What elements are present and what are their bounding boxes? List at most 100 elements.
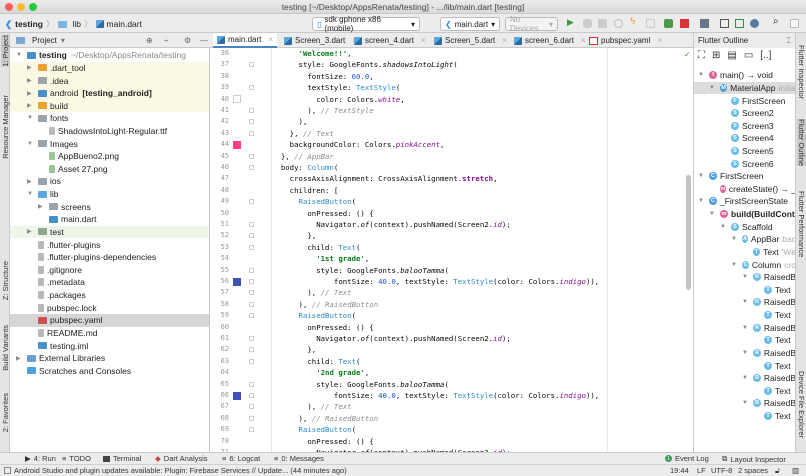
outline-item[interactable]: T Text (694, 284, 795, 297)
tool-tab-favorites[interactable]: 2: Favorites (1, 393, 10, 432)
tree-item[interactable]: testing.iml (10, 339, 209, 352)
fold-marker-icon[interactable] (249, 393, 254, 398)
expanded-arrow-icon[interactable]: ▼ (709, 211, 715, 217)
breadcrumb-project[interactable]: testing (15, 19, 43, 29)
fold-marker-icon[interactable] (249, 62, 254, 68)
tree-item[interactable]: README.md (10, 327, 209, 340)
expanded-arrow-icon[interactable]: ▼ (731, 262, 737, 268)
editor-scrollbar[interactable] (686, 175, 691, 290)
tool-tab-project[interactable]: 1: Project (1, 35, 10, 67)
fold-marker-icon[interactable] (249, 313, 254, 319)
outline-item[interactable]: S Screen2 (694, 107, 795, 120)
sync-icon[interactable] (735, 19, 744, 28)
fold-marker-icon[interactable] (249, 415, 254, 421)
expanded-arrow-icon[interactable]: ▼ (742, 400, 748, 406)
tree-item[interactable]: .gitignore (10, 264, 209, 277)
tree-item[interactable]: .flutter-plugins (10, 238, 209, 251)
expanded-arrow-icon[interactable]: ▼ (27, 115, 33, 121)
tree-item[interactable]: ▶ build (10, 99, 209, 113)
fold-marker-icon[interactable] (249, 119, 254, 125)
collapsed-arrow-icon[interactable]: ▶ (16, 355, 21, 362)
layout-inspector-button[interactable]: ⧉ Layout Inspector (722, 454, 786, 464)
apply-changes-icon[interactable] (646, 19, 655, 28)
run-config-selector[interactable]: ❮ main.dart ▾ (440, 17, 500, 31)
tree-item[interactable]: .flutter-plugins-dependencies (10, 251, 209, 264)
device-selector[interactable]: ▯ sdk gphone x86 (mobile) ▾ (312, 15, 420, 33)
tree-item[interactable]: ▶ .dart_tool (10, 61, 209, 75)
collapse-all-icon[interactable]: ÷ (164, 36, 168, 45)
center-widget-icon[interactable]: ⊞ (712, 50, 720, 61)
tool-tab-flutter-outline[interactable]: Flutter Outline (797, 119, 806, 167)
outline-item[interactable]: T Text (694, 334, 795, 347)
editor-tab[interactable]: pubspec.yaml × (585, 33, 666, 48)
cursor-position[interactable]: 19:44 (670, 466, 689, 475)
tree-item[interactable]: .metadata (10, 276, 209, 289)
debug-icon[interactable] (583, 19, 592, 28)
collapsed-arrow-icon[interactable]: ▶ (38, 203, 43, 210)
color-swatch[interactable] (233, 391, 241, 400)
tool-tab-flutter-inspector[interactable]: Flutter Inspector (797, 45, 806, 99)
messages-tool-button[interactable]: ≡ 0: Messages (274, 454, 324, 463)
fold-marker-icon[interactable] (249, 290, 254, 296)
outline-item[interactable]: T Text (694, 385, 795, 398)
outline-item[interactable]: ▼ R RaisedB (694, 397, 795, 410)
outline-item[interactable]: S Screen3 (694, 119, 795, 132)
color-swatch[interactable] (233, 277, 241, 286)
expanded-arrow-icon[interactable]: ▼ (27, 141, 33, 147)
fold-marker-icon[interactable] (249, 233, 254, 239)
run-tool-button[interactable]: ▶ 4: Run (25, 454, 56, 463)
expanded-arrow-icon[interactable]: ▼ (742, 350, 748, 356)
expanded-arrow-icon[interactable]: ▼ (731, 236, 737, 242)
tree-item[interactable]: pubspec.yaml (10, 314, 209, 327)
outline-item[interactable]: ▼ R RaisedB (694, 296, 795, 309)
tree-item[interactable]: ▼ fonts (10, 112, 209, 125)
account-icon[interactable] (790, 19, 799, 28)
dart-analysis-tool-button[interactable]: ◆ Dart Analysis (155, 454, 208, 463)
color-swatch[interactable] (233, 95, 241, 104)
tool-tab-build-variants[interactable]: Build Variants (1, 325, 10, 371)
tree-item[interactable]: AppBueno2.png (10, 150, 209, 163)
expanded-arrow-icon[interactable]: ▼ (698, 198, 704, 204)
tree-item[interactable]: ▼ lib (10, 188, 209, 201)
editor-tab[interactable]: Screen_5.dart × (430, 33, 511, 48)
run-icon[interactable]: ▶ (567, 17, 576, 27)
file-encoding[interactable]: UTF-8 (711, 466, 732, 475)
outline-item[interactable]: ▼ m build(BuildCont (694, 208, 795, 221)
editor-tab[interactable]: Screen_3.dart× (280, 33, 361, 48)
collapsed-arrow-icon[interactable]: ▶ (27, 90, 32, 97)
memory-icon[interactable]: ▥ (792, 466, 799, 475)
column-icon[interactable]: ▤ (727, 50, 736, 61)
outline-item[interactable]: ▼ C FirstScreen (694, 170, 795, 183)
close-tab-icon[interactable]: × (657, 36, 662, 45)
expand-icon[interactable]: ⌶ (786, 36, 791, 46)
editor-tab[interactable]: screen_4.dart × (350, 33, 430, 48)
fold-marker-icon[interactable] (249, 199, 254, 205)
tree-item[interactable]: ▼ Images (10, 137, 209, 150)
devices-selector[interactable]: No Devices ▾ (505, 15, 558, 33)
collapsed-arrow-icon[interactable]: ▶ (27, 102, 32, 109)
outline-item[interactable]: ▼ R RaisedB (694, 321, 795, 334)
tree-item[interactable]: ▶ test (10, 225, 209, 239)
locate-icon[interactable]: ⊕ (146, 36, 153, 45)
status-message[interactable]: Android Studio and plugin updates availa… (4, 466, 347, 475)
tree-item[interactable]: .packages (10, 289, 209, 302)
code-editor[interactable]: 36 37 38 39 40 41 42 43 44 45 46 47 48 49 50 51 52 53 54 55… (210, 48, 693, 452)
fold-marker-icon[interactable] (249, 244, 254, 250)
row-icon[interactable]: ▭ (744, 50, 753, 61)
todo-tool-button[interactable]: ≡ TODO (62, 454, 91, 463)
expanded-arrow-icon[interactable]: ▼ (16, 52, 22, 58)
fold-marker-icon[interactable] (249, 267, 254, 273)
fold-marker-icon[interactable] (249, 130, 254, 136)
select-widget-icon[interactable]: ⛶ (698, 50, 705, 61)
tool-tab-device-file-explorer[interactable]: Device File Explorer (797, 371, 806, 438)
outline-item[interactable]: T Text 'We (694, 246, 795, 259)
terminal-tool-button[interactable]: Terminal (103, 454, 141, 463)
indent-setting[interactable]: 2 spaces (738, 466, 768, 475)
lock-icon[interactable]: 🔓︎ (775, 466, 780, 476)
outline-item[interactable]: S Screen6 (694, 157, 795, 170)
tree-item[interactable]: ▼ testing ~/Desktop/AppsRenata/testing (10, 49, 209, 62)
outline-item[interactable]: ▼ R RaisedB (694, 372, 795, 385)
tree-item[interactable]: ▶ ios (10, 175, 209, 188)
breadcrumb-file[interactable]: main.dart (107, 19, 142, 29)
tree-item[interactable]: ▶ .idea (10, 74, 209, 87)
